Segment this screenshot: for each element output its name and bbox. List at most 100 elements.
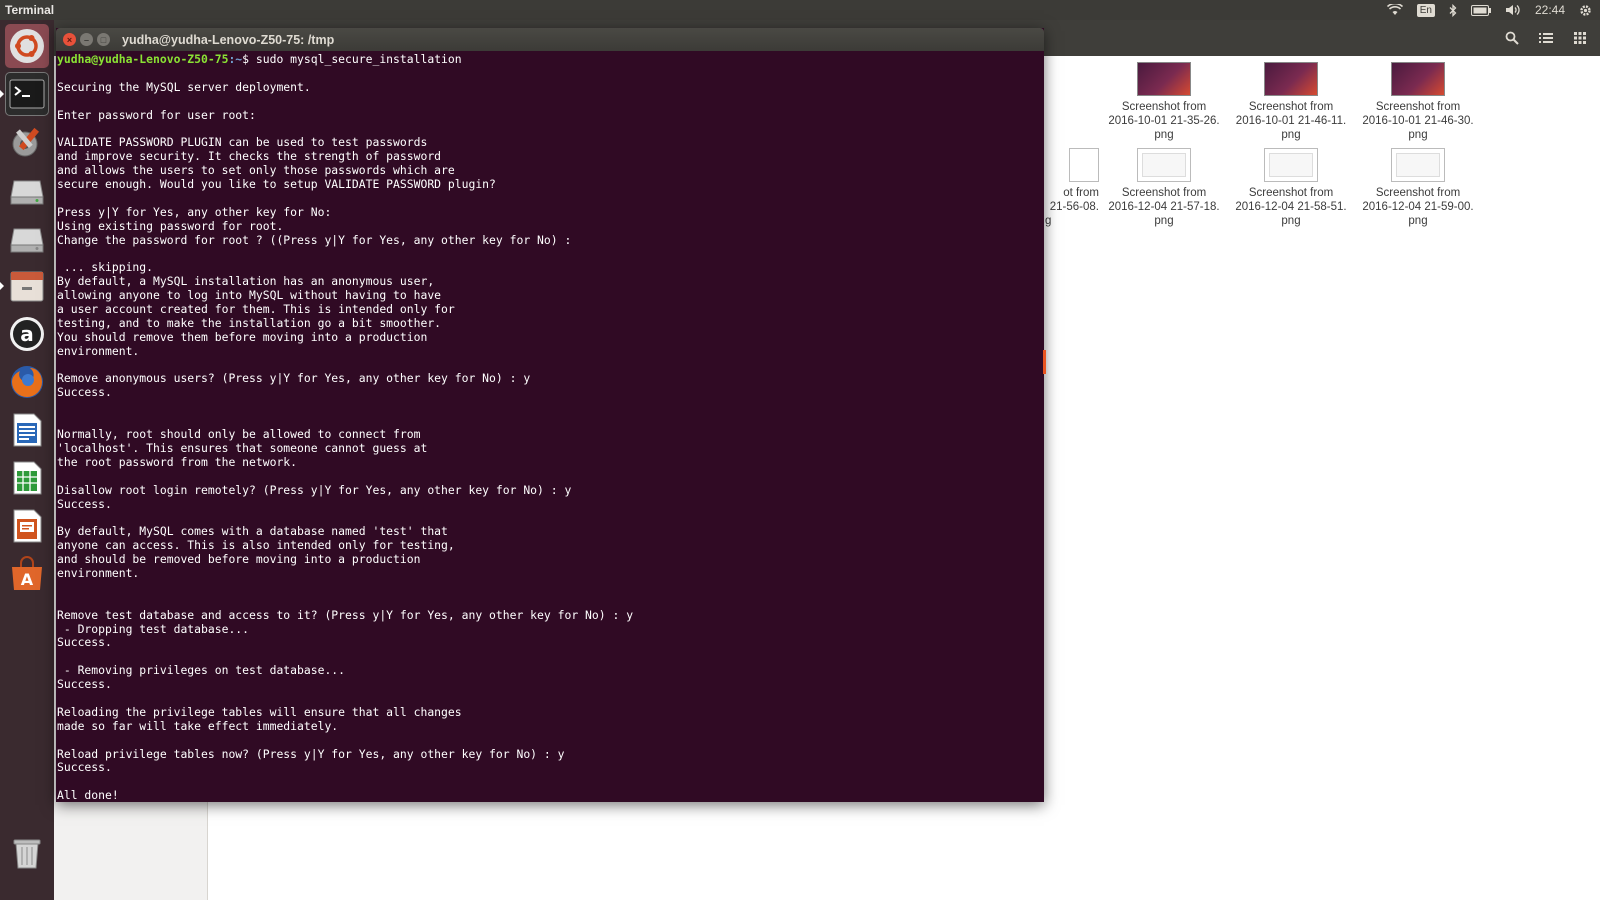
terminal-line: VALIDATE PASSWORD PLUGIN can be used to … — [57, 135, 428, 150]
file-name-line: 2016-10-01 21-46-11. — [1235, 115, 1347, 127]
amazon-icon[interactable]: a — [5, 312, 49, 356]
file-name-line: png — [1154, 129, 1174, 141]
wifi-icon[interactable] — [1386, 4, 1403, 16]
terminal-line: made so far will take effect immediately… — [57, 718, 339, 733]
terminal-line: Disallow root login remotely? (Press y|Y… — [57, 482, 572, 497]
file-name-line: 2016-12-04 21-59-00. — [1362, 201, 1474, 213]
terminal-line: the root password from the network. — [57, 454, 298, 469]
scrollbar-indicator[interactable] — [1043, 350, 1046, 374]
file-item[interactable]: Screenshot from 2016-12-04 21-58-51. png — [1226, 148, 1356, 228]
terminal-line: Success. — [57, 677, 112, 692]
file-item[interactable]: Screenshot from 2016-12-04 21-57-18. png — [1099, 148, 1229, 228]
file-name-line: Screenshot from — [1375, 101, 1461, 113]
firefox-icon[interactable] — [5, 360, 49, 404]
file-name-line: Screenshot from — [1375, 187, 1461, 199]
terminal-line: environment. — [57, 343, 140, 358]
file-name-line: 2016-10-01 21-35-26. — [1108, 115, 1220, 127]
file-thumbnail — [1391, 62, 1445, 96]
trash-icon[interactable] — [5, 830, 49, 874]
file-name-line: Screenshot from — [1121, 187, 1207, 199]
file-name-line: Screenshot from — [1121, 101, 1207, 113]
file-thumbnail — [1264, 148, 1318, 182]
terminal-line: By default, a MySQL installation has an … — [57, 274, 435, 289]
terminal-lines: Securing the MySQL server deployment. Ent… — [57, 67, 1044, 802]
clock[interactable]: 22:44 — [1535, 3, 1565, 17]
terminal-icon[interactable] — [5, 72, 49, 116]
file-name-line: png — [1408, 215, 1428, 227]
battery-icon[interactable] — [1470, 4, 1491, 16]
svg-text:A: A — [21, 570, 34, 589]
terminal-line: anyone can access. This is also intended… — [57, 538, 455, 553]
terminal-line: Reloading the privilege tables will ensu… — [57, 704, 462, 719]
bluetooth-icon[interactable] — [1449, 3, 1457, 17]
impress-icon[interactable] — [5, 504, 49, 548]
system-settings-icon[interactable] — [5, 120, 49, 164]
drive-icon[interactable] — [5, 168, 49, 212]
minimize-icon[interactable]: – — [80, 33, 93, 46]
calc-icon[interactable] — [5, 456, 49, 500]
terminal-line: Success. — [57, 385, 112, 400]
file-name-line: png — [1154, 215, 1174, 227]
keyboard-language-indicator[interactable]: En — [1416, 3, 1435, 17]
drive-icon-2[interactable] — [5, 216, 49, 260]
top-panel: Terminal En 22:44 — [0, 0, 1600, 20]
svg-text:a: a — [20, 322, 34, 346]
running-indicator — [0, 90, 4, 98]
terminal-output[interactable]: yudha@yudha-Lenovo-Z50-75:~$ sudo mysql_… — [56, 51, 1044, 802]
writer-icon[interactable] — [5, 408, 49, 452]
terminal-line: - Removing privileges on test database..… — [57, 663, 346, 678]
files-icon[interactable] — [5, 264, 49, 308]
file-thumbnail — [1137, 62, 1191, 96]
prompt-path: :~ — [228, 52, 243, 66]
file-item[interactable]: Screenshot from 2016-10-01 21-46-11. png — [1226, 62, 1356, 142]
terminal-titlebar[interactable]: × – □ yudha@yudha-Lenovo-Z50-75: /tmp — [56, 28, 1044, 51]
file-item[interactable]: Screenshot from 2016-10-01 21-46-30. png — [1353, 62, 1483, 142]
command-text: $ sudo mysql_secure_installation — [242, 52, 462, 66]
grid-view-icon[interactable] — [1570, 28, 1590, 48]
indicator-area: En 22:44 — [1386, 3, 1600, 17]
terminal-title: yudha@yudha-Lenovo-Z50-75: /tmp — [122, 32, 335, 47]
close-icon[interactable]: × — [63, 33, 76, 46]
terminal-line: All done! — [57, 788, 119, 802]
terminal-line: - Dropping test database... — [57, 621, 250, 636]
terminal-line: Success. — [57, 496, 112, 511]
file-name-line: Screenshot from — [1248, 101, 1334, 113]
terminal-line: secure enough. Would you like to setup V… — [57, 177, 496, 192]
file-name-line: Screenshot from — [1248, 187, 1334, 199]
file-item[interactable]: Screenshot from 2016-12-04 21-59-00. png — [1353, 148, 1483, 228]
file-thumbnail — [1137, 148, 1191, 182]
terminal-line: Success. — [57, 760, 112, 775]
terminal-line: Normally, root should only be allowed to… — [57, 427, 421, 442]
terminal-line: and should be removed before moving into… — [57, 552, 421, 567]
running-indicator-files — [0, 282, 4, 290]
maximize-icon[interactable]: □ — [97, 33, 110, 46]
file-thumbnail — [1264, 62, 1318, 96]
terminal-line: a user account created for them. This is… — [57, 302, 455, 317]
search-icon[interactable] — [1502, 28, 1522, 48]
terminal-line: and improve security. It checks the stre… — [57, 149, 442, 164]
terminal-line: Reload privilege tables now? (Press y|Y … — [57, 746, 565, 761]
file-thumbnail — [1069, 148, 1099, 182]
gear-icon[interactable] — [1579, 4, 1592, 17]
dash-icon[interactable] — [5, 24, 49, 68]
terminal-line: ... skipping. — [57, 260, 154, 275]
file-name-line: 2016-12-04 21-58-51. — [1235, 201, 1347, 213]
file-thumbnail — [1391, 148, 1445, 182]
terminal-window[interactable]: × – □ yudha@yudha-Lenovo-Z50-75: /tmp yu… — [56, 28, 1046, 802]
file-item[interactable]: Screenshot from 2016-10-01 21-35-26. png — [1099, 62, 1229, 142]
list-view-icon[interactable] — [1536, 28, 1556, 48]
terminal-line: You should remove them before moving int… — [57, 329, 428, 344]
software-center-icon[interactable]: A — [5, 552, 49, 596]
volume-icon[interactable] — [1505, 4, 1521, 16]
